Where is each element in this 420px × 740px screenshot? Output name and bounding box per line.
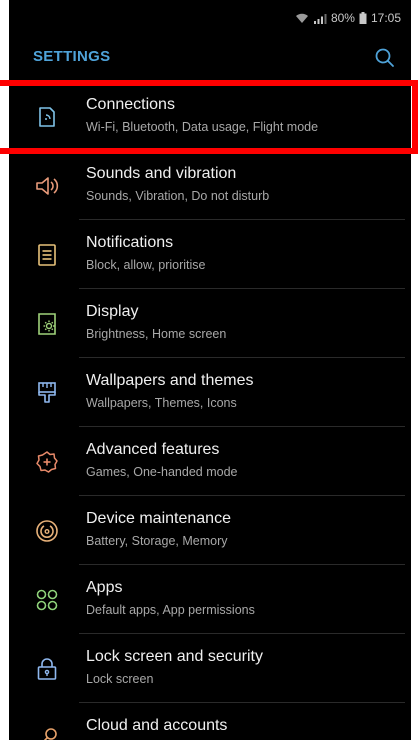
settings-item-advanced-features[interactable]: Advanced features Games, One-handed mode — [9, 427, 411, 496]
settings-item-label: Notifications — [86, 234, 174, 251]
wifi-icon — [295, 13, 309, 24]
settings-item-label: Connections — [86, 96, 175, 113]
settings-item-subtitle: Wi-Fi, Bluetooth, Data usage, Flight mod… — [86, 120, 319, 134]
notifications-icon — [34, 242, 60, 268]
settings-item-subtitle: Battery, Storage, Memory — [86, 534, 228, 548]
settings-item-lock-screen[interactable]: Lock screen and security Lock screen — [9, 634, 411, 703]
settings-item-label: Lock screen and security — [86, 648, 263, 665]
settings-item-cloud-accounts[interactable]: Cloud and accounts — [9, 703, 411, 740]
settings-item-apps[interactable]: Apps Default apps, App permissions — [9, 565, 411, 634]
settings-item-subtitle: Wallpapers, Themes, Icons — [86, 396, 237, 410]
settings-item-subtitle: Block, allow, prioritise — [86, 258, 206, 272]
signal-icon — [313, 13, 327, 24]
key-icon — [34, 725, 60, 740]
settings-item-notifications[interactable]: Notifications Block, allow, prioritise — [9, 220, 411, 289]
settings-screen: 80% 17:05 SETTINGS Connections Wi-Fi, Bl… — [9, 0, 411, 740]
settings-item-wallpapers[interactable]: Wallpapers and themes Wallpapers, Themes… — [9, 358, 411, 427]
battery-icon — [359, 12, 367, 24]
settings-item-subtitle: Lock screen — [86, 672, 154, 686]
speaker-icon — [34, 173, 60, 199]
header: SETTINGS — [9, 36, 411, 82]
settings-item-display[interactable]: Display Brightness, Home screen — [9, 289, 411, 358]
settings-item-label: Sounds and vibration — [86, 165, 237, 182]
settings-item-subtitle: Games, One-handed mode — [86, 465, 238, 479]
settings-item-subtitle: Brightness, Home screen — [86, 327, 227, 341]
connections-icon — [34, 104, 60, 130]
battery-percent: 80% — [330, 11, 355, 25]
settings-list: Connections Wi-Fi, Bluetooth, Data usage… — [9, 82, 411, 740]
settings-item-subtitle: Default apps, App permissions — [86, 603, 255, 617]
display-icon — [34, 311, 60, 337]
page-title: SETTINGS — [33, 48, 111, 65]
settings-item-connections[interactable]: Connections Wi-Fi, Bluetooth, Data usage… — [9, 82, 411, 151]
apps-icon — [34, 587, 60, 613]
status-bar: 80% 17:05 — [9, 0, 411, 36]
settings-item-label: Advanced features — [86, 441, 220, 458]
maintenance-icon — [34, 518, 60, 544]
clock: 17:05 — [370, 11, 401, 25]
advanced-gear-icon — [34, 449, 60, 475]
settings-item-label: Wallpapers and themes — [86, 372, 254, 389]
settings-item-label: Apps — [86, 579, 123, 596]
settings-item-device-maintenance[interactable]: Device maintenance Battery, Storage, Mem… — [9, 496, 411, 565]
search-icon[interactable] — [373, 46, 397, 70]
settings-item-subtitle: Sounds, Vibration, Do not disturb — [86, 189, 270, 203]
settings-item-label: Display — [86, 303, 139, 320]
settings-item-sounds[interactable]: Sounds and vibration Sounds, Vibration, … — [9, 151, 411, 220]
brush-icon — [34, 380, 60, 406]
settings-item-label: Device maintenance — [86, 510, 231, 527]
settings-item-label: Cloud and accounts — [86, 717, 228, 734]
lock-icon — [34, 656, 60, 682]
